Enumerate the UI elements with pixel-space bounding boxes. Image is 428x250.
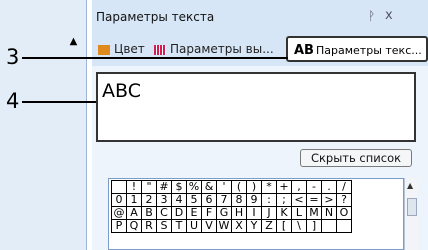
char-cell[interactable]: 7 bbox=[216, 193, 232, 207]
char-cell[interactable]: # bbox=[156, 180, 172, 194]
char-cell[interactable]: Z bbox=[261, 219, 277, 233]
character-grid: ! " # $% & '() * +, -./0 1 2 3 4 5 6 7 8 9:; < = >? @ A B C D E F G H… bbox=[108, 178, 404, 250]
text-input-value: ABC bbox=[102, 80, 141, 102]
char-cell[interactable]: 6 bbox=[201, 193, 217, 207]
char-cell[interactable]: J bbox=[261, 206, 277, 220]
tab-color-label: Цвет bbox=[114, 42, 145, 56]
char-cell[interactable]: A bbox=[126, 206, 142, 220]
char-cell[interactable]: G bbox=[216, 206, 232, 220]
char-cell[interactable]: % bbox=[186, 180, 202, 194]
char-cell[interactable]: ] bbox=[306, 219, 322, 233]
tab-color[interactable]: Цвет bbox=[98, 42, 145, 56]
char-cell[interactable]: ) bbox=[246, 180, 262, 194]
char-cell[interactable]: < bbox=[291, 193, 307, 207]
close-icon[interactable]: x bbox=[385, 8, 393, 23]
char-cell[interactable]: ; bbox=[276, 193, 292, 207]
tab-stitch-params[interactable]: Параметры вы... bbox=[154, 42, 274, 56]
callout-3: 3 bbox=[6, 45, 20, 69]
char-row: ! " # $% & '() * +, -. / bbox=[111, 180, 352, 194]
char-cell[interactable]: 1 bbox=[126, 193, 142, 207]
char-cell[interactable]: . bbox=[321, 180, 337, 194]
char-cell[interactable]: / bbox=[336, 180, 352, 194]
char-cell[interactable]: \ bbox=[291, 219, 307, 233]
char-cell[interactable]: " bbox=[141, 180, 157, 194]
scroll-thumb[interactable] bbox=[407, 198, 417, 216]
char-cell[interactable] bbox=[321, 219, 337, 233]
char-cell[interactable] bbox=[336, 219, 352, 233]
stitch-icon bbox=[154, 44, 166, 55]
char-cell[interactable]: : bbox=[261, 193, 277, 207]
pin-icon[interactable]: ᚹ bbox=[368, 9, 375, 23]
char-cell[interactable]: ? bbox=[336, 193, 352, 207]
char-cell[interactable]: D bbox=[171, 206, 187, 220]
char-cell[interactable]: F bbox=[201, 206, 217, 220]
char-cell[interactable]: S bbox=[156, 219, 172, 233]
char-cell[interactable]: E bbox=[186, 206, 202, 220]
char-cell[interactable]: W bbox=[216, 219, 232, 233]
char-cell[interactable]: 0 bbox=[111, 193, 127, 207]
char-cell[interactable]: 9 bbox=[246, 193, 262, 207]
char-cell[interactable]: $ bbox=[171, 180, 187, 194]
char-cell[interactable]: + bbox=[276, 180, 292, 194]
character-table: ! " # $% & '() * +, -./0 1 2 3 4 5 6 7 8 9:; < = >? @ A B C D E F G H… bbox=[111, 180, 352, 233]
callout-4-line bbox=[22, 101, 96, 103]
char-cell[interactable]: K bbox=[276, 206, 292, 220]
char-cell[interactable]: U bbox=[186, 219, 202, 233]
char-cell[interactable]: Q bbox=[126, 219, 142, 233]
left-pane: ▲ bbox=[0, 0, 87, 250]
char-cell[interactable]: - bbox=[306, 180, 322, 194]
char-cell[interactable]: 2 bbox=[141, 193, 157, 207]
char-cell[interactable]: Y bbox=[246, 219, 262, 233]
text-ab-icon: AB bbox=[294, 43, 314, 58]
text-input[interactable]: ABC bbox=[96, 72, 416, 142]
char-cell[interactable]: & bbox=[201, 180, 217, 194]
char-cell[interactable]: ' bbox=[216, 180, 232, 194]
panel-titlebar: Параметры текста ᚹ x bbox=[92, 6, 428, 30]
char-cell[interactable]: M bbox=[306, 206, 322, 220]
char-cell[interactable]: 8 bbox=[231, 193, 247, 207]
char-cell[interactable]: = bbox=[306, 193, 322, 207]
callout-4: 4 bbox=[6, 89, 20, 113]
scroll-up-icon[interactable]: ▲ bbox=[68, 36, 79, 47]
char-cell[interactable]: T bbox=[171, 219, 187, 233]
grid-scrollbar[interactable]: ▲ bbox=[404, 178, 418, 250]
char-cell[interactable]: 4 bbox=[171, 193, 187, 207]
char-cell[interactable]: , bbox=[291, 180, 307, 194]
char-cell[interactable]: 3 bbox=[156, 193, 172, 207]
char-cell[interactable]: X bbox=[231, 219, 247, 233]
color-icon bbox=[98, 44, 110, 55]
char-cell[interactable]: @ bbox=[111, 206, 127, 220]
char-cell[interactable]: C bbox=[156, 206, 172, 220]
panel-title: Параметры текста bbox=[96, 10, 215, 24]
tab-text-label: Параметры текс... bbox=[316, 44, 422, 57]
char-cell[interactable]: 5 bbox=[186, 193, 202, 207]
callout-3-line bbox=[22, 57, 288, 59]
char-cell[interactable]: O bbox=[336, 206, 352, 220]
char-row: @ A B C D E F G H I J K L M N O bbox=[111, 206, 352, 220]
char-cell[interactable]: > bbox=[321, 193, 337, 207]
char-cell[interactable]: I bbox=[246, 206, 262, 220]
char-cell[interactable]: N bbox=[321, 206, 337, 220]
char-cell[interactable]: R bbox=[141, 219, 157, 233]
scroll-up-icon[interactable]: ▲ bbox=[407, 181, 413, 190]
char-row: 0 1 2 3 4 5 6 7 8 9:; < = >? bbox=[111, 193, 352, 207]
char-row: P Q R S T U V W X Y Z[\] bbox=[111, 219, 352, 233]
char-cell[interactable]: B bbox=[141, 206, 157, 220]
tab-text-params[interactable]: AB Параметры текс... bbox=[286, 36, 428, 62]
char-cell[interactable]: * bbox=[261, 180, 277, 194]
char-cell[interactable]: [ bbox=[276, 219, 292, 233]
tab-stitch-label: Параметры вы... bbox=[170, 42, 274, 56]
char-cell[interactable]: H bbox=[231, 206, 247, 220]
panel-tabs: Цвет Параметры вы... AB Параметры текс..… bbox=[92, 36, 428, 66]
char-cell[interactable]: P bbox=[111, 219, 127, 233]
char-cell[interactable] bbox=[111, 180, 127, 194]
char-cell[interactable]: ( bbox=[231, 180, 247, 194]
char-cell[interactable]: L bbox=[291, 206, 307, 220]
hide-list-button[interactable]: Скрыть список bbox=[300, 149, 412, 167]
char-cell[interactable]: ! bbox=[126, 180, 142, 194]
char-cell[interactable]: V bbox=[201, 219, 217, 233]
